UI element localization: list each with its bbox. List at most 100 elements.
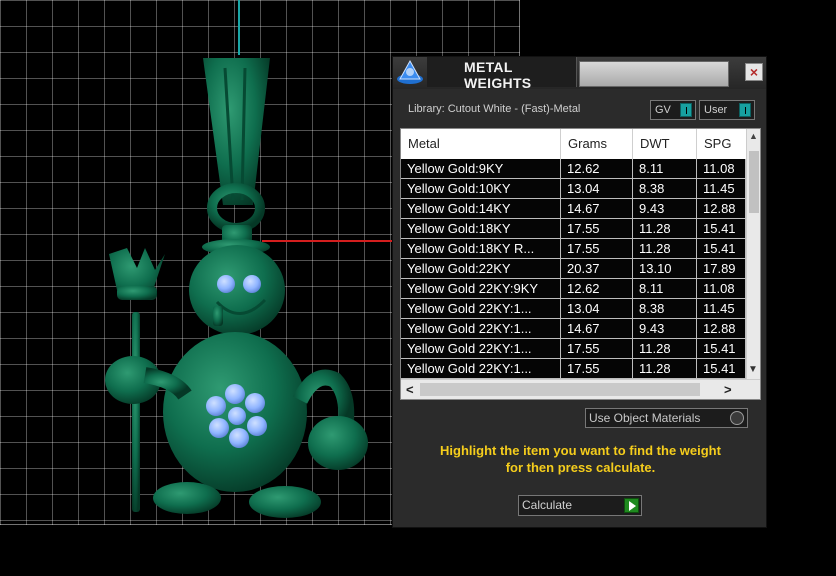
app-logo-icon bbox=[397, 59, 423, 84]
table-row[interactable]: Yellow Gold:22KY 20.37 13.10 17.89 bbox=[401, 259, 746, 279]
axis-line-vertical bbox=[238, 0, 240, 55]
calculate-label: Calculate bbox=[522, 498, 573, 512]
spg-cell: 12.88 bbox=[697, 319, 746, 338]
scroll-right-icon[interactable]: > bbox=[724, 382, 732, 397]
dwt-cell: 11.28 bbox=[633, 339, 697, 358]
spg-cell: 11.45 bbox=[697, 299, 746, 318]
toggle-switch-icon bbox=[680, 103, 692, 117]
column-header-metal[interactable]: Metal bbox=[401, 129, 561, 159]
calculate-button[interactable]: Calculate bbox=[518, 495, 642, 516]
body-button bbox=[206, 396, 226, 416]
table-row[interactable]: Yellow Gold:10KY 13.04 8.38 11.45 bbox=[401, 179, 746, 199]
grams-cell: 17.55 bbox=[561, 239, 633, 258]
metal-cell: Yellow Gold 22KY:1... bbox=[401, 359, 561, 378]
table-row[interactable]: Yellow Gold 22KY:1... 14.67 9.43 12.88 bbox=[401, 319, 746, 339]
vertical-scrollbar[interactable]: ▲ ▼ bbox=[746, 129, 760, 379]
user-toggle-label: User bbox=[704, 104, 728, 116]
metal-table: Metal Grams DWT SPG Yellow Gold:9KY 12.62… bbox=[400, 128, 761, 400]
body-button bbox=[247, 416, 267, 436]
scroll-left-icon[interactable]: < bbox=[406, 382, 414, 397]
column-header-dwt[interactable]: DWT bbox=[633, 129, 697, 159]
body-button bbox=[229, 428, 249, 448]
dwt-cell: 8.11 bbox=[633, 279, 697, 298]
grams-cell: 12.62 bbox=[561, 159, 633, 178]
play-arrow-icon bbox=[624, 498, 639, 513]
grams-cell: 17.55 bbox=[561, 219, 633, 238]
table-row[interactable]: Yellow Gold:14KY 14.67 9.43 12.88 bbox=[401, 199, 746, 219]
metal-cell: Yellow Gold:9KY bbox=[401, 159, 561, 178]
table-body: Yellow Gold:9KY 12.62 8.11 11.08 Yellow Gold… bbox=[401, 159, 746, 379]
eye-button bbox=[243, 275, 261, 293]
spg-cell: 15.41 bbox=[697, 359, 746, 378]
library-label: Library: Cutout White - (Fast)-Metal bbox=[408, 103, 581, 115]
metal-cell: Yellow Gold 22KY:9KY bbox=[401, 279, 561, 298]
table-row[interactable]: Yellow Gold 22KY:9KY 12.62 8.11 11.08 bbox=[401, 279, 746, 299]
spg-cell: 15.41 bbox=[697, 219, 746, 238]
grams-cell: 14.67 bbox=[561, 319, 633, 338]
dwt-cell: 8.38 bbox=[633, 179, 697, 198]
user-toggle[interactable]: User bbox=[699, 100, 755, 120]
radio-icon[interactable] bbox=[730, 411, 744, 425]
dwt-cell: 13.10 bbox=[633, 259, 697, 278]
body-button bbox=[245, 393, 265, 413]
spg-cell: 15.41 bbox=[697, 239, 746, 258]
grams-cell: 17.55 bbox=[561, 359, 633, 378]
dwt-cell: 11.28 bbox=[633, 359, 697, 378]
grams-cell: 13.04 bbox=[561, 299, 633, 318]
dwt-cell: 8.11 bbox=[633, 159, 697, 178]
metal-cell: Yellow Gold 22KY:1... bbox=[401, 339, 561, 358]
toggle-switch-icon bbox=[739, 103, 751, 117]
snowman-pendant-model[interactable] bbox=[95, 50, 385, 525]
column-header-grams[interactable]: Grams bbox=[561, 129, 633, 159]
grams-cell: 14.67 bbox=[561, 199, 633, 218]
metal-cell: Yellow Gold:22KY bbox=[401, 259, 561, 278]
grams-cell: 20.37 bbox=[561, 259, 633, 278]
close-button[interactable]: × bbox=[745, 63, 763, 81]
metal-cell: Yellow Gold:18KY R... bbox=[401, 239, 561, 258]
use-object-materials-label: Use Object Materials bbox=[589, 411, 701, 425]
column-header-spg[interactable]: SPG bbox=[697, 129, 746, 159]
body-button bbox=[225, 384, 245, 404]
table-row[interactable]: Yellow Gold 22KY:1... 13.04 8.38 11.45 bbox=[401, 299, 746, 319]
grams-cell: 13.04 bbox=[561, 179, 633, 198]
grams-cell: 17.55 bbox=[561, 339, 633, 358]
grams-cell: 12.62 bbox=[561, 279, 633, 298]
dwt-cell: 8.38 bbox=[633, 299, 697, 318]
vertical-scroll-thumb[interactable] bbox=[749, 151, 759, 213]
table-header: Metal Grams DWT SPG bbox=[401, 129, 746, 159]
metal-cell: Yellow Gold:14KY bbox=[401, 199, 561, 218]
instruction-text: Highlight the item you want to find the … bbox=[403, 442, 758, 476]
spg-cell: 11.08 bbox=[697, 159, 746, 178]
dialog-title: METAL WEIGHTS bbox=[464, 59, 532, 91]
gv-toggle[interactable]: GV bbox=[650, 100, 696, 120]
scroll-up-icon[interactable]: ▲ bbox=[749, 131, 758, 141]
body-button bbox=[209, 418, 229, 438]
bail bbox=[203, 58, 270, 205]
spg-cell: 15.41 bbox=[697, 339, 746, 358]
table-row[interactable]: Yellow Gold 22KY:1... 17.55 11.28 15.41 bbox=[401, 339, 746, 359]
table-row[interactable]: Yellow Gold:18KY 17.55 11.28 15.41 bbox=[401, 219, 746, 239]
spg-cell: 12.88 bbox=[697, 199, 746, 218]
dwt-cell: 9.43 bbox=[633, 319, 697, 338]
metal-weights-dialog: METAL WEIGHTS × Library: Cutout White - … bbox=[392, 56, 767, 528]
spg-cell: 11.45 bbox=[697, 179, 746, 198]
metal-cell: Yellow Gold:10KY bbox=[401, 179, 561, 198]
table-row[interactable]: Yellow Gold:9KY 12.62 8.11 11.08 bbox=[401, 159, 746, 179]
dialog-titlebar[interactable]: METAL WEIGHTS × bbox=[393, 57, 766, 91]
body-button bbox=[228, 407, 246, 425]
eye-button bbox=[217, 275, 235, 293]
use-object-materials-option[interactable]: Use Object Materials bbox=[585, 408, 748, 428]
spg-cell: 17.89 bbox=[697, 259, 746, 278]
spg-cell: 11.08 bbox=[697, 279, 746, 298]
title-bar-fill bbox=[579, 61, 729, 87]
horizontal-scrollbar[interactable]: < > bbox=[401, 379, 760, 399]
table-row[interactable]: Yellow Gold:18KY R... 17.55 11.28 15.41 bbox=[401, 239, 746, 259]
dwt-cell: 9.43 bbox=[633, 199, 697, 218]
table-row[interactable]: Yellow Gold 22KY:1... 17.55 11.28 15.41 bbox=[401, 359, 746, 379]
metal-cell: Yellow Gold 22KY:1... bbox=[401, 299, 561, 318]
horizontal-scroll-thumb[interactable] bbox=[420, 383, 700, 396]
title-tab: METAL WEIGHTS bbox=[427, 57, 577, 91]
scroll-down-icon[interactable]: ▼ bbox=[748, 364, 758, 375]
dwt-cell: 11.28 bbox=[633, 239, 697, 258]
metal-cell: Yellow Gold 22KY:1... bbox=[401, 319, 561, 338]
